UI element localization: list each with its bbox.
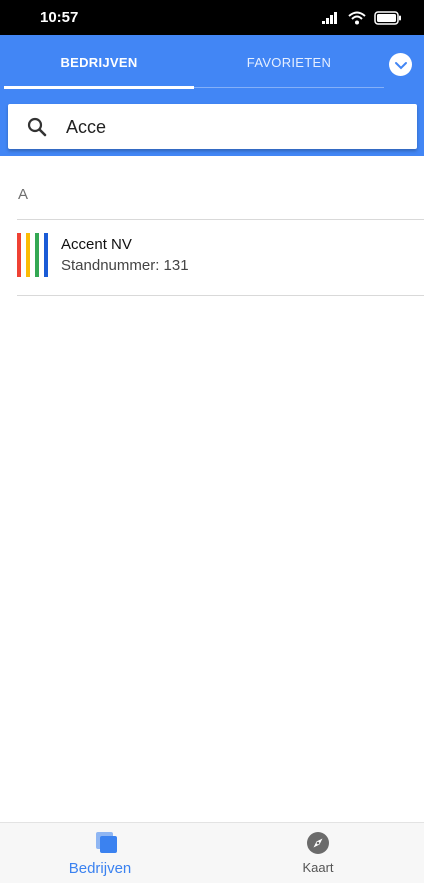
- chevron-down-icon: [394, 61, 407, 69]
- tab-favorieten[interactable]: FAVORIETEN: [194, 35, 384, 89]
- status-bar: 10:57: [0, 0, 424, 35]
- status-icons: [322, 10, 402, 25]
- logo-bar-blue: [44, 233, 48, 277]
- tab-bar: BEDRIJVEN FAVORIETEN: [0, 35, 384, 89]
- section-header: A: [18, 186, 29, 203]
- nav-bedrijven[interactable]: Bedrijven: [0, 823, 212, 884]
- logo-bar-green: [35, 233, 39, 277]
- compass-icon: [307, 832, 329, 854]
- tab-underline: [194, 87, 384, 88]
- search-box[interactable]: [8, 104, 417, 149]
- nav-bedrijven-label: Bedrijven: [68, 860, 132, 877]
- tab-indicator: [4, 86, 194, 89]
- bottom-nav: Bedrijven Kaart: [0, 822, 424, 883]
- nav-kaart-label: Kaart: [302, 860, 334, 875]
- tab-bedrijven[interactable]: BEDRIJVEN: [4, 35, 194, 89]
- stand-number: Standnummer: 131: [61, 257, 189, 274]
- app-header: BEDRIJVEN FAVORIETEN: [0, 35, 424, 156]
- company-name: Accent NV: [61, 236, 132, 253]
- status-time: 10:57: [40, 9, 79, 26]
- search-input[interactable]: [66, 112, 396, 142]
- dropdown-button[interactable]: [389, 53, 412, 76]
- companies-icon: [96, 832, 117, 853]
- company-logo: [17, 233, 49, 277]
- list-item[interactable]: Accent NV Standnummer: 131: [0, 220, 424, 296]
- nav-kaart[interactable]: Kaart: [212, 823, 424, 884]
- logo-bar-yellow: [26, 233, 30, 277]
- divider: [17, 295, 424, 296]
- battery-icon: [374, 10, 401, 25]
- tab-favorieten-label: FAVORIETEN: [246, 54, 332, 70]
- search-icon: [27, 117, 47, 137]
- signal-icon: [322, 11, 337, 24]
- wifi-icon: [348, 11, 366, 24]
- tab-bedrijven-label: BEDRIJVEN: [60, 54, 138, 70]
- logo-bar-red: [17, 233, 21, 277]
